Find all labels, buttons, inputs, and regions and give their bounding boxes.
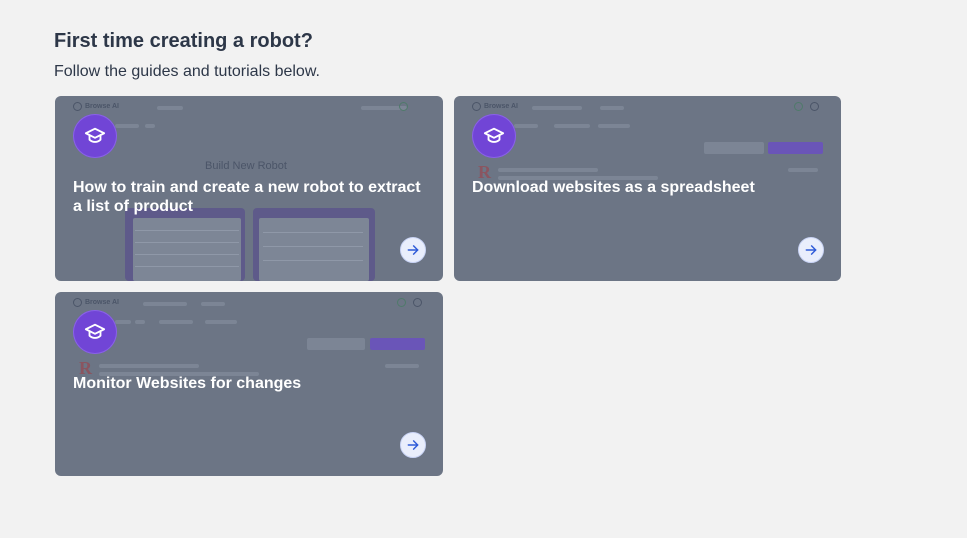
preview-logo: Browse AI (73, 298, 119, 307)
preview-logo: Browse AI (472, 102, 518, 111)
graduation-cap-badge (73, 114, 117, 158)
graduation-cap-icon (84, 127, 106, 143)
preview-nav: Browse AI (73, 100, 425, 116)
open-guide-button[interactable] (400, 237, 426, 263)
preview-logo: Browse AI (73, 102, 119, 111)
preview-nav: Browse AI (73, 296, 425, 312)
preview-nav: Browse AI (472, 100, 823, 116)
card-title: Download websites as a spreadsheet (472, 179, 755, 196)
guide-card-monitor-websites[interactable]: Browse AI R Monitor Websites for changes (55, 292, 443, 476)
preview-brand: Browse AI (484, 103, 518, 110)
arrow-right-icon (805, 245, 817, 255)
guide-card-train-robot[interactable]: Browse AI Build New Robot How to train a… (55, 96, 443, 281)
graduation-cap-icon (84, 323, 106, 339)
guide-card-download-spreadsheet[interactable]: Browse AI R Download websites as a sprea… (454, 96, 841, 281)
page-subtitle: Follow the guides and tutorials below. (54, 63, 320, 80)
page-title: First time creating a robot? (54, 30, 313, 52)
graduation-cap-badge (73, 310, 117, 354)
graduation-cap-badge (472, 114, 516, 158)
arrow-right-icon (407, 245, 419, 255)
card-title: How to train and create a new robot to e… (73, 179, 421, 215)
open-guide-button[interactable] (400, 432, 426, 458)
preview-heading: Build New Robot (205, 160, 287, 172)
graduation-cap-icon (483, 127, 505, 143)
card-title: Monitor Websites for changes (73, 375, 302, 392)
open-guide-button[interactable] (798, 237, 824, 263)
preview-brand: Browse AI (85, 299, 119, 306)
arrow-right-icon (407, 440, 419, 450)
preview-brand: Browse AI (85, 103, 119, 110)
